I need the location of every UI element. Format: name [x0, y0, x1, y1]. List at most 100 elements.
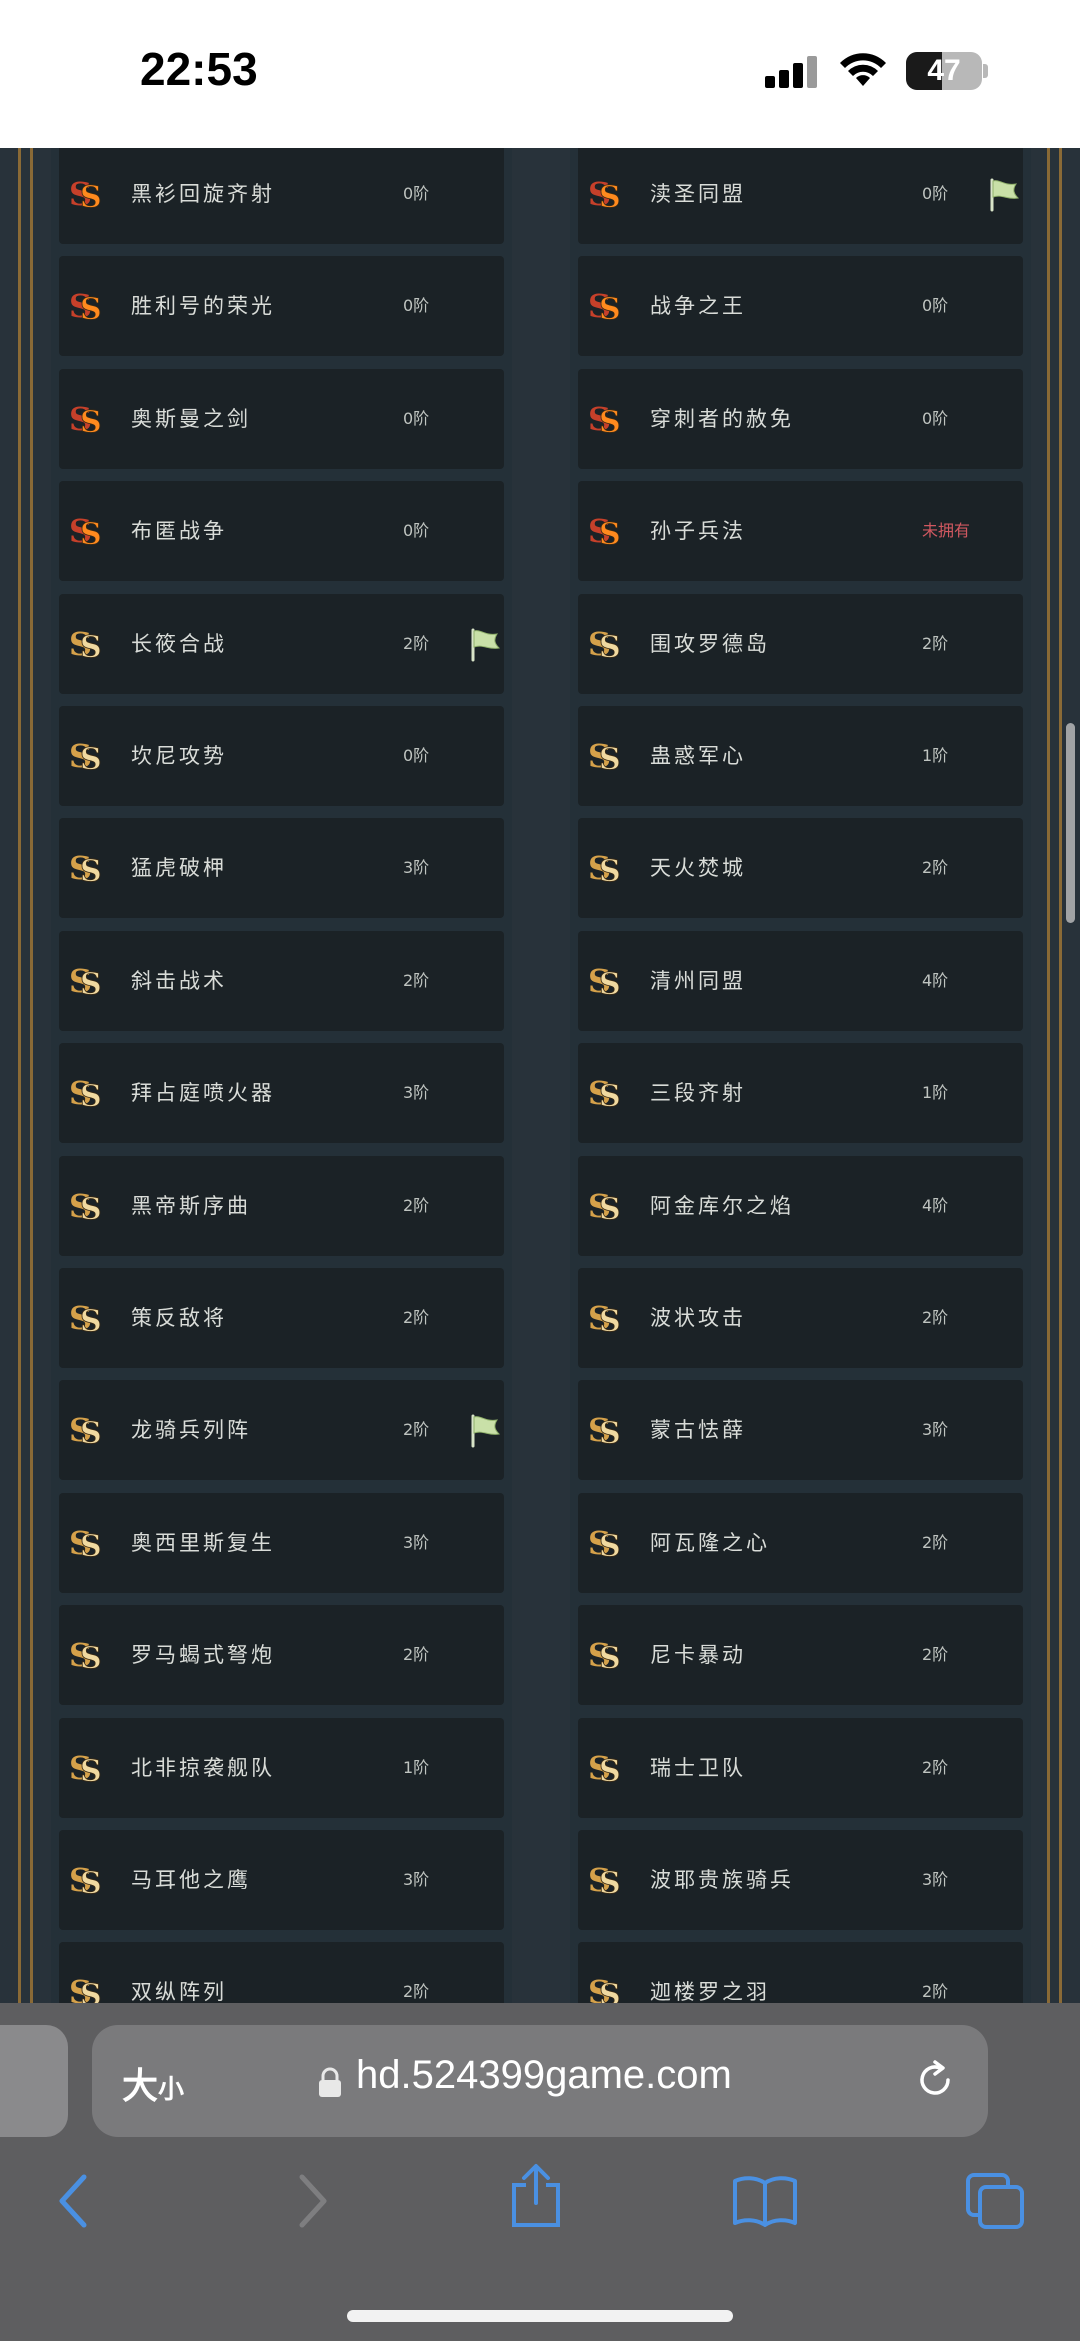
text-size-button[interactable]: 大小	[122, 2057, 184, 2109]
tactic-card[interactable]: S S 天火焚城 2阶	[578, 818, 1023, 918]
tactic-card[interactable]: S S 围攻罗德岛 2阶	[578, 594, 1023, 694]
orange-ss-rank-icon: SS	[586, 286, 626, 327]
tactic-card[interactable]: S S 策反敌将 2阶	[59, 1268, 504, 1368]
tactic-card[interactable]: S S 阿瓦隆之心 2阶	[578, 1493, 1023, 1593]
text-size-large: 大	[122, 2066, 159, 2107]
tactic-card[interactable]: S S 黑衫回旋齐射 0阶	[59, 148, 504, 244]
gold-ss-rank-icon: SS	[67, 961, 107, 1002]
svg-text:S: S	[599, 967, 621, 1001]
gold-ss-rank-icon: SS	[67, 1410, 107, 1451]
tactic-name: 孙子兵法	[650, 519, 746, 543]
share-icon[interactable]	[508, 2163, 564, 2229]
tactic-card[interactable]: S S 布匿战争 0阶	[59, 481, 504, 581]
tactic-card[interactable]: S S 双纵阵列 2阶	[59, 1942, 504, 2003]
tactic-card[interactable]: S S 孙子兵法 未拥有	[578, 481, 1023, 581]
scrollbar[interactable]	[1066, 723, 1075, 923]
home-indicator[interactable]	[347, 2310, 733, 2322]
text-size-small: 小	[158, 2075, 185, 2105]
tactic-card[interactable]: S S 瑞士卫队 2阶	[578, 1718, 1023, 1818]
svg-text:S: S	[80, 742, 102, 776]
tactic-card[interactable]: S S 尼卡暴动 2阶	[578, 1605, 1023, 1705]
tactic-card[interactable]: S S 拜占庭喷火器 3阶	[59, 1043, 504, 1143]
tactic-card[interactable]: S S 蒙古怯薛 3阶	[578, 1380, 1023, 1480]
tabs-icon[interactable]	[964, 2171, 1026, 2231]
tactic-card[interactable]: S S 胜利号的荣光 0阶	[59, 256, 504, 356]
tactic-card[interactable]: S S 清州同盟 4阶	[578, 931, 1023, 1031]
tactic-card[interactable]: S S 奥斯曼之剑 0阶	[59, 369, 504, 469]
tactic-level: 3阶	[403, 858, 430, 877]
tactic-card[interactable]: S S 长筱合战 2阶	[59, 594, 504, 694]
tactic-card[interactable]: S S 猛虎破柙 3阶	[59, 818, 504, 918]
svg-text:S: S	[599, 180, 621, 214]
tactic-card[interactable]: S S 迦楼罗之羽 2阶	[578, 1942, 1023, 2003]
gold-ss-rank-icon: SS	[67, 1972, 107, 2003]
gold-ss-rank-icon: SS	[67, 1073, 107, 1114]
svg-text:S: S	[599, 1641, 621, 1675]
tactic-card[interactable]: S S 穿刺者的赦免 0阶	[578, 369, 1023, 469]
tactic-card[interactable]: S S 北非掠袭舰队 1阶	[59, 1718, 504, 1818]
gold-ss-rank-icon: SS	[67, 1748, 107, 1789]
svg-text:S: S	[80, 1866, 102, 1900]
gold-ss-rank-icon: SS	[67, 848, 107, 889]
tactic-card[interactable]: S S 罗马蝎式弩炮 2阶	[59, 1605, 504, 1705]
svg-text:S: S	[80, 1304, 102, 1338]
svg-text:S: S	[80, 1416, 102, 1450]
forward-icon[interactable]	[290, 2171, 334, 2231]
tactic-name: 三段齐射	[650, 1081, 746, 1105]
tactic-card[interactable]: S S 龙骑兵列阵 2阶	[59, 1380, 504, 1480]
battery-icon: 47	[906, 52, 982, 90]
page-content[interactable]: S S 黑衫回旋齐射 0阶 S S 胜利号的荣光 0阶 S S 奥斯曼之剑 0阶 S S 布匿战争 0阶 S S 长…	[0, 148, 1080, 2003]
tactic-card[interactable]: S S 波状攻击 2阶	[578, 1268, 1023, 1368]
tactic-card[interactable]: S S 斜击战术 2阶	[59, 931, 504, 1031]
tactic-card[interactable]: S S 坎尼攻势 0阶	[59, 706, 504, 806]
tactic-level: 3阶	[922, 1870, 949, 1889]
address-bar[interactable]: 大小 hd.524399game.com	[92, 2025, 988, 2137]
right-gold-rail-inner	[1047, 148, 1050, 2003]
cellular-signal-icon	[765, 56, 817, 88]
tactic-level: 2阶	[403, 1420, 430, 1439]
gold-ss-rank-icon: SS	[586, 1073, 626, 1114]
tactic-card[interactable]: S S 黑帝斯序曲 2阶	[59, 1156, 504, 1256]
gold-ss-rank-icon: SS	[586, 1635, 626, 1676]
tactic-name: 坎尼攻势	[131, 744, 227, 768]
gold-ss-rank-icon: SS	[586, 1410, 626, 1451]
orange-ss-rank-icon: SS	[67, 511, 107, 552]
svg-text:S: S	[80, 1079, 102, 1113]
gold-ss-rank-icon: SS	[67, 1860, 107, 1901]
tactic-name: 奥斯曼之剑	[131, 407, 251, 431]
tactic-name: 奥西里斯复生	[131, 1531, 275, 1555]
gold-ss-rank-icon: SS	[586, 736, 626, 777]
tactic-card[interactable]: S S 马耳他之鹰 3阶	[59, 1830, 504, 1930]
tactic-card[interactable]: S S 三段齐射 1阶	[578, 1043, 1023, 1143]
tactic-name: 蛊惑军心	[650, 744, 746, 768]
tactic-level: 2阶	[922, 1308, 949, 1327]
tactic-card[interactable]: S S 战争之王 0阶	[578, 256, 1023, 356]
tactic-level: 3阶	[403, 1870, 430, 1889]
tactic-level: 1阶	[922, 746, 949, 765]
tactic-card[interactable]: S S 阿金库尔之焰 4阶	[578, 1156, 1023, 1256]
back-icon[interactable]	[52, 2171, 96, 2231]
tactic-name: 黑帝斯序曲	[131, 1194, 251, 1218]
svg-text:S: S	[599, 1978, 621, 2003]
previous-tab-preview[interactable]	[0, 2025, 68, 2137]
bookmarks-icon[interactable]	[732, 2175, 798, 2227]
left-gold-rail-inner	[30, 148, 33, 2003]
tactic-level: 0阶	[922, 296, 949, 315]
tactic-name: 猛虎破柙	[131, 856, 227, 880]
gold-ss-rank-icon: SS	[586, 961, 626, 1002]
tactic-name: 长筱合战	[131, 632, 227, 656]
lock-icon	[319, 2067, 341, 2097]
tactic-card[interactable]: S S 奥西里斯复生 3阶	[59, 1493, 504, 1593]
tactic-name: 罗马蝎式弩炮	[131, 1643, 275, 1667]
wifi-icon	[840, 53, 886, 86]
svg-text:S: S	[599, 405, 621, 439]
tactic-card[interactable]: S S 蛊惑军心 1阶	[578, 706, 1023, 806]
reload-icon[interactable]	[912, 2057, 958, 2103]
tactic-card[interactable]: S S 波耶贵族骑兵 3阶	[578, 1830, 1023, 1930]
right-gold-rail	[1059, 148, 1062, 2003]
tactic-level: 0阶	[922, 184, 949, 203]
tactic-card[interactable]: S S 渎圣同盟 0阶	[578, 148, 1023, 244]
svg-text:S: S	[599, 517, 621, 551]
svg-text:S: S	[80, 1192, 102, 1226]
gold-ss-rank-icon: SS	[67, 624, 107, 665]
